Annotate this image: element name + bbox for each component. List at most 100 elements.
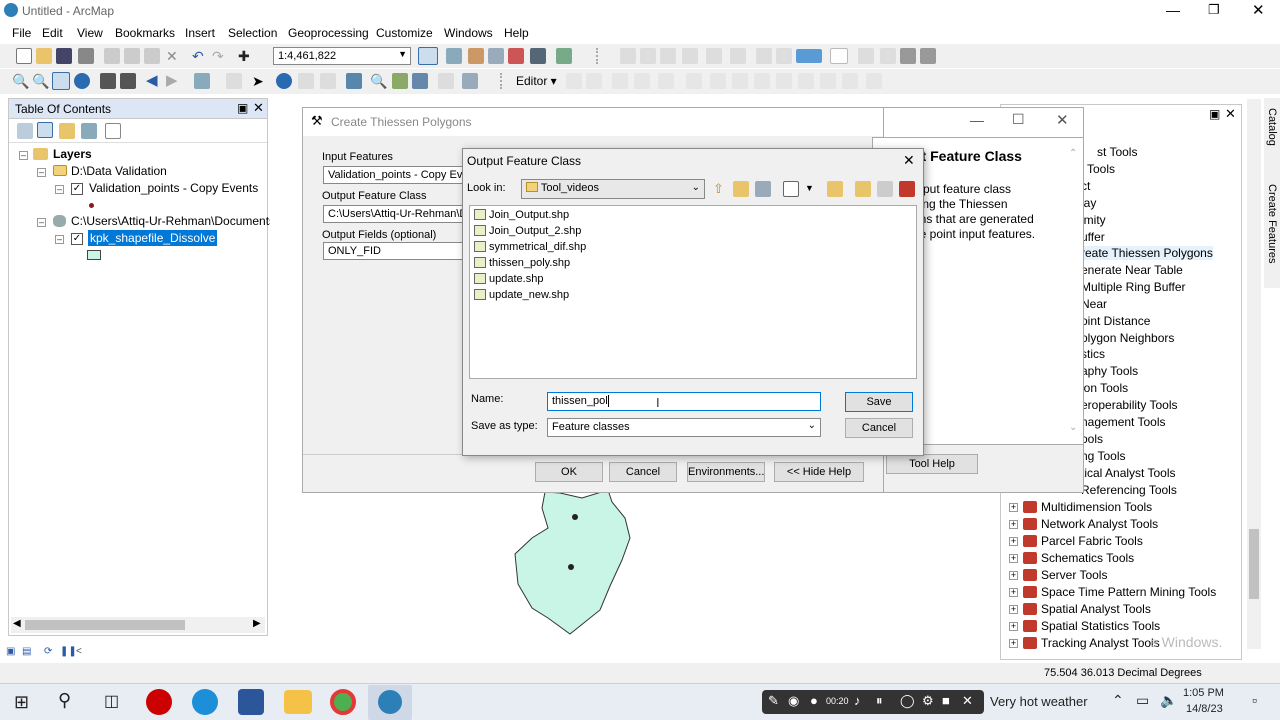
hide-help-button[interactable]: << Hide Help (774, 462, 864, 482)
toolbox-item[interactable]: ng Tools (1081, 449, 1125, 463)
menu-view[interactable]: View (77, 26, 103, 40)
data-view-icon[interactable]: ▣ (6, 646, 15, 657)
toolbox-item[interactable]: olygon Neighbors (1081, 331, 1174, 345)
close-icon[interactable]: ✕ (903, 152, 915, 169)
toolbox-item[interactable]: uffer (1081, 230, 1105, 244)
toolbox-item[interactable]: aphy Tools (1081, 364, 1138, 378)
python-window-icon[interactable] (530, 48, 546, 64)
redo-icon[interactable]: ↷ (212, 48, 228, 64)
edit-annotation-icon[interactable] (586, 73, 602, 89)
menu-bookmarks[interactable]: Bookmarks (115, 26, 175, 40)
cut-polygons-icon[interactable] (754, 73, 770, 89)
layout-view-icon[interactable]: ▤ (22, 646, 31, 657)
save-button[interactable]: Save (845, 392, 913, 412)
select-features-icon[interactable] (194, 73, 210, 89)
toc-group-documents[interactable]: C:\Users\Attiq-Ur-Rehman\Documents (71, 214, 275, 228)
split-icon[interactable] (776, 73, 792, 89)
tool-icon[interactable] (640, 48, 656, 64)
toolbox-item[interactable]: enerate Near Table (1081, 263, 1183, 277)
minimize-icon[interactable]: — (970, 112, 984, 128)
collapse-icon[interactable]: – (19, 151, 28, 160)
paste-icon[interactable] (144, 48, 160, 64)
chevron-up-icon[interactable]: ⌃ (1112, 692, 1124, 709)
close-icon[interactable]: ✕ (253, 100, 264, 116)
new-item-icon[interactable] (855, 181, 871, 197)
toolbox-item[interactable]: tical Analyst Tools (1081, 466, 1176, 480)
toolbox-item[interactable]: Tracking Analyst Tools (1041, 636, 1160, 650)
cut-icon[interactable] (104, 48, 120, 64)
menu-selection[interactable]: Selection (228, 26, 277, 40)
camera-icon[interactable]: ◉ (788, 693, 799, 709)
list-by-source-icon[interactable] (37, 122, 53, 138)
create-features-tab[interactable]: Create Features (1266, 184, 1278, 263)
layers-label[interactable]: Layers (53, 147, 92, 161)
toolbox-item[interactable]: Multiple Ring Buffer (1081, 280, 1186, 294)
list-item[interactable]: thissen_poly.shp (474, 257, 570, 269)
scroll-right-icon[interactable]: ▶ (253, 618, 261, 629)
list-item[interactable]: update_new.shp (474, 289, 569, 301)
save-as-type-select[interactable]: Feature classes ⌄ (547, 418, 821, 437)
file-explorer-app-icon[interactable] (284, 690, 312, 714)
horizontal-scrollbar[interactable]: ◀ ▶ (11, 617, 265, 633)
minimize-icon[interactable]: — (1166, 2, 1180, 18)
select-elements-icon[interactable]: ➤ (252, 73, 268, 89)
expand-icon[interactable]: + (1009, 605, 1018, 614)
tool-icon[interactable] (880, 48, 896, 64)
chevron-down-icon[interactable]: ⌄ (1069, 422, 1077, 433)
toolbox-item[interactable]: Spatial Analyst Tools (1041, 602, 1151, 616)
vertical-scrollbar[interactable] (1247, 99, 1261, 649)
tool-icon[interactable] (776, 48, 792, 64)
ok-button[interactable]: OK (535, 462, 603, 482)
edge-app-icon[interactable] (192, 689, 218, 715)
toolbox-item[interactable]: Network Analyst Tools (1041, 517, 1158, 531)
toc-layer-validation-points[interactable]: Validation_points - Copy Events (89, 181, 258, 195)
scroll-thumb[interactable] (1249, 529, 1259, 599)
output-feature-class-field[interactable]: C:\Users\Attiq-Ur-Rehman\Do (323, 205, 467, 223)
settings-icon[interactable]: ⚙ (922, 693, 934, 709)
look-in-select[interactable]: Tool_videos ⌄ (521, 179, 705, 199)
toolbox-item[interactable]: reate Thiessen Polygons (1081, 246, 1213, 260)
up-one-level-icon[interactable]: ⇧ (713, 181, 729, 197)
close-icon[interactable]: ✕ (962, 693, 973, 709)
tool-icon[interactable] (682, 48, 698, 64)
list-item[interactable]: Join_Output_2.shp (474, 225, 581, 237)
scroll-left-icon[interactable]: < (76, 646, 82, 657)
collapse-icon[interactable]: – (37, 218, 46, 227)
list-by-drawing-order-icon[interactable] (17, 123, 33, 139)
menu-customize[interactable]: Customize (376, 26, 433, 40)
html-popup-icon[interactable] (298, 73, 314, 89)
pin-icon[interactable]: ▣ (237, 101, 248, 115)
expand-icon[interactable]: + (1009, 537, 1018, 546)
toolbox-item[interactable]: Near (1081, 297, 1107, 311)
new-document-icon[interactable] (16, 48, 32, 64)
webcam-icon[interactable]: ◯ (900, 693, 915, 709)
go-to-xy-icon[interactable] (412, 73, 428, 89)
chevron-up-icon[interactable]: ⌃ (1069, 148, 1077, 159)
cancel-button[interactable]: Cancel (845, 418, 913, 438)
time-slider-icon[interactable] (438, 73, 454, 89)
record-icon[interactable]: ● (810, 693, 818, 708)
toc-layer-kpk-shapefile[interactable]: kpk_shapefile_Dissolve (88, 230, 218, 246)
chrome-app-icon[interactable] (330, 689, 356, 715)
menu-help[interactable]: Help (504, 26, 529, 40)
stop-icon[interactable]: ■ (942, 693, 950, 708)
environments-button[interactable]: Environments... (687, 462, 765, 482)
clock-time[interactable]: 1:05 PM (1183, 687, 1224, 699)
cancel-button[interactable]: Cancel (609, 462, 677, 482)
layer-visibility-checkbox[interactable]: ✓ (71, 183, 83, 195)
save-icon[interactable] (56, 48, 72, 64)
toolbox-item[interactable]: ion Tools (1081, 381, 1128, 395)
find-icon[interactable]: 🔍 (370, 73, 387, 89)
clock-date[interactable]: 14/8/23 (1186, 703, 1223, 715)
menu-windows[interactable]: Windows (444, 26, 493, 40)
full-extent-icon[interactable] (74, 73, 90, 89)
network-icon[interactable]: ▭ (1136, 692, 1149, 709)
toolbox-item[interactable]: Parcel Fabric Tools (1041, 534, 1143, 548)
dropdown-icon[interactable] (830, 48, 848, 64)
add-data-icon[interactable]: ✚ (238, 48, 254, 64)
refresh-icon[interactable] (877, 181, 893, 197)
catalog-tab[interactable]: Catalog (1266, 108, 1278, 146)
tool-icon[interactable] (620, 48, 636, 64)
edit-vertices-icon[interactable] (710, 73, 726, 89)
options-icon[interactable] (105, 123, 121, 139)
